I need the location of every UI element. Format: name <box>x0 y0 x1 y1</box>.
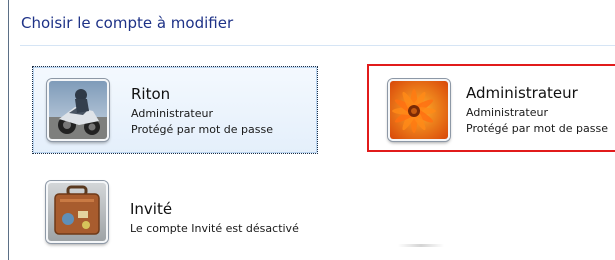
account-status: Protégé par mot de passe <box>466 122 608 135</box>
account-status: Le compte Invité est désactivé <box>130 222 299 235</box>
account-status: Protégé par mot de passe <box>131 123 273 136</box>
account-tile-riton[interactable]: Riton Administrateur Protégé par mot de … <box>32 66 318 154</box>
motorcycle-picture-icon <box>47 79 109 141</box>
flower-picture-icon <box>388 79 450 141</box>
account-tile-administrateur[interactable]: Administrateur Administrateur Protégé pa… <box>367 64 615 152</box>
account-name: Administrateur <box>466 84 578 102</box>
account-name: Riton <box>131 85 171 103</box>
title-divider <box>20 45 615 46</box>
account-type: Administrateur <box>131 107 213 120</box>
account-tile-invite[interactable]: Invité Le compte Invité est désactivé <box>32 168 332 254</box>
partial-tile-edge <box>398 244 444 247</box>
suitcase-picture-icon <box>46 181 108 243</box>
account-type: Administrateur <box>466 106 548 119</box>
account-name: Invité <box>130 200 173 218</box>
page-title: Choisir le compte à modifier <box>21 14 234 32</box>
